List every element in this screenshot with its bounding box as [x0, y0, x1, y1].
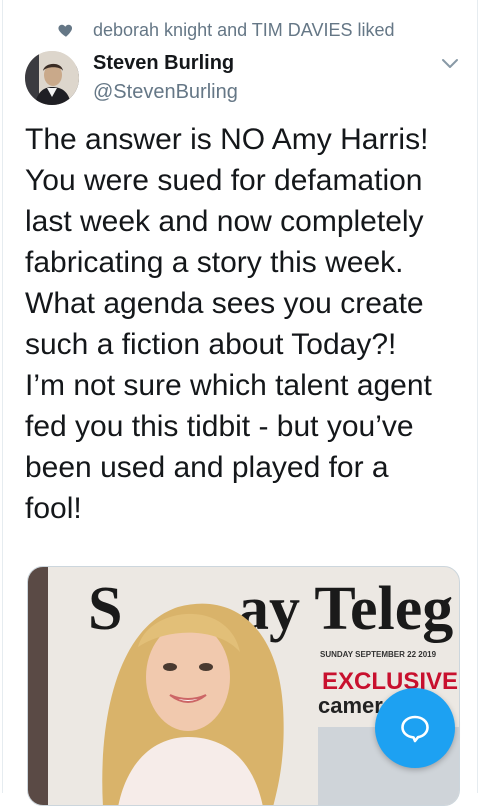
social-context-text[interactable]: deborah knight and TIM DAVIES liked: [93, 20, 395, 41]
tweet-card[interactable]: deborah knight and TIM DAVIES liked Stev…: [2, 0, 478, 806]
social-context: deborah knight and TIM DAVIES liked: [57, 18, 395, 42]
author-handle[interactable]: @StevenBurling: [93, 81, 238, 104]
chevron-down-icon[interactable]: [439, 52, 461, 74]
exclusive-label: EXCLUSIVE 4: [322, 668, 460, 695]
masthead-date: SUNDAY SEPTEMBER 22 2019: [320, 650, 437, 659]
tweet-text: The answer is NO Amy Harris! You were su…: [25, 123, 432, 525]
compose-message-button[interactable]: [375, 688, 455, 768]
tweet-media-image[interactable]: S ay Teleg SUNDAY SEPTEMBER 22 2019 EXCL…: [27, 566, 460, 806]
masthead-text: S: [88, 575, 122, 643]
svg-text:ay Teleg: ay Teleg: [238, 575, 453, 643]
author-name[interactable]: Steven Burling: [93, 52, 234, 75]
camera-label: camer: [318, 693, 383, 718]
compose-message-icon: [401, 715, 429, 743]
avatar[interactable]: [25, 51, 79, 105]
heart-icon: [57, 21, 75, 39]
